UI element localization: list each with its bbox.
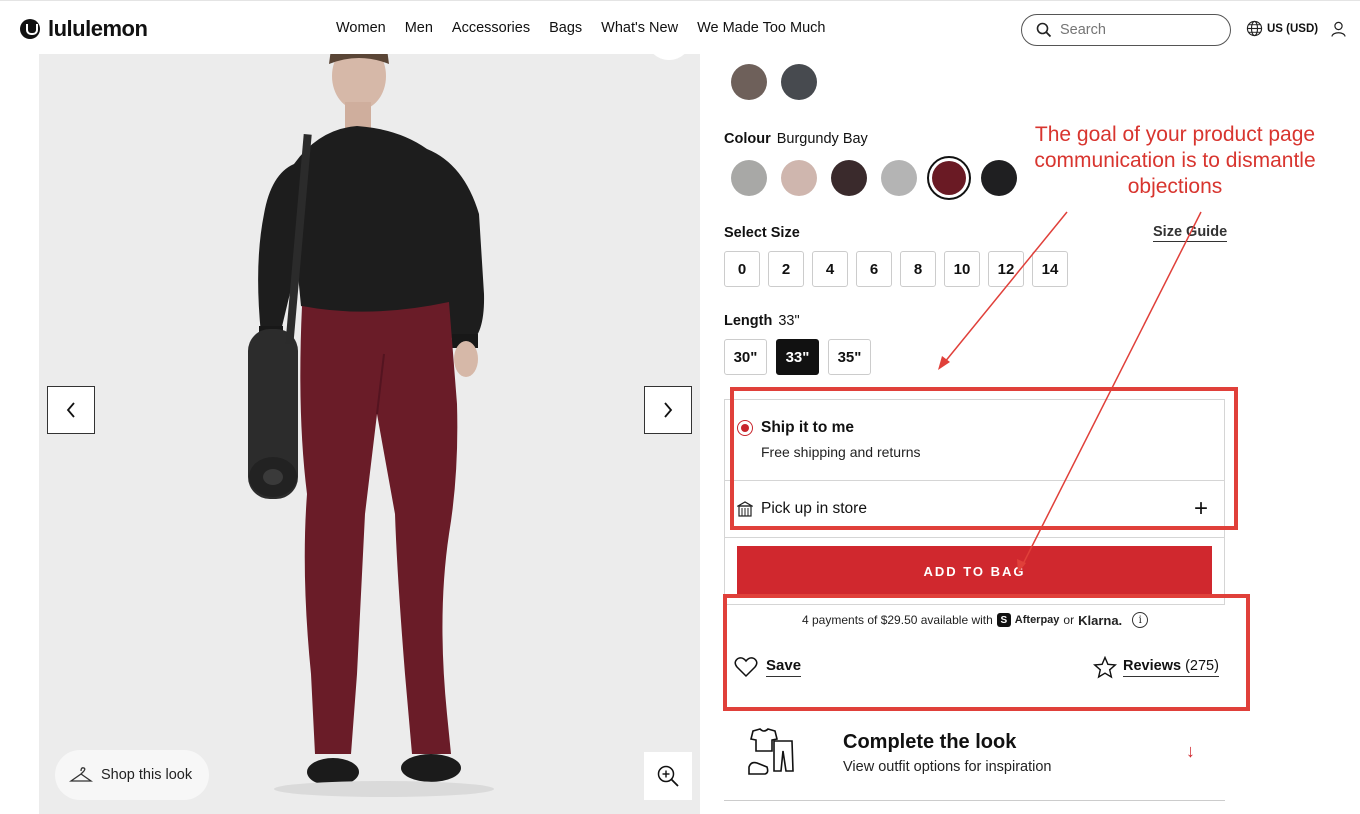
complete-the-look-panel[interactable] — [724, 714, 1225, 801]
colour-label: Colour — [724, 131, 771, 147]
arrow-down-icon[interactable]: ↓ — [1186, 741, 1195, 762]
hanger-icon — [69, 767, 93, 782]
swatch-fill — [932, 161, 966, 195]
site-header: lululemon Women Men Accessories Bags Wha… — [0, 0, 1360, 54]
zoom-in-icon — [657, 765, 679, 787]
search-box[interactable] — [1021, 14, 1231, 46]
zoom-button[interactable] — [644, 752, 692, 800]
lululemon-logo-icon — [20, 19, 40, 39]
nav-we-made-too-much[interactable]: We Made Too Much — [697, 20, 825, 36]
brand-logo[interactable]: lululemon — [20, 16, 148, 42]
length-option-33-selected[interactable]: 33" — [776, 339, 819, 375]
colour-swatch-top-1[interactable] — [731, 64, 767, 100]
length-label: Length — [724, 313, 773, 329]
product-photo — [248, 54, 494, 797]
size-option-4[interactable]: 4 — [812, 251, 848, 287]
size-option-10[interactable]: 10 — [944, 251, 980, 287]
size-option-2[interactable]: 2 — [768, 251, 804, 287]
length-value: 33" — [778, 313, 800, 329]
nav-men[interactable]: Men — [405, 20, 433, 36]
complete-the-look-title: Complete the look — [843, 731, 1017, 753]
outfit-icon — [748, 728, 794, 775]
product-image-gallery: Shop this look — [39, 54, 700, 814]
colour-swatch-3[interactable] — [831, 160, 867, 196]
locale-label: US (USD) — [1267, 22, 1319, 35]
search-input[interactable] — [1060, 22, 1210, 38]
colour-swatch-6[interactable] — [981, 160, 1017, 196]
annotation-callout: The goal of your product page communicat… — [1034, 123, 1316, 198]
chevron-right-icon — [664, 402, 673, 418]
main-nav: Women Men Accessories Bags What's New We… — [336, 20, 825, 36]
colour-swatch-top-2[interactable] — [781, 64, 817, 100]
nav-bags[interactable]: Bags — [549, 20, 582, 36]
previous-image-button[interactable] — [47, 386, 95, 434]
size-option-0[interactable]: 0 — [724, 251, 760, 287]
globe-icon — [1246, 20, 1263, 37]
colour-value: Burgundy Bay — [776, 131, 868, 147]
colour-swatch-4[interactable] — [881, 160, 917, 196]
size-guide-link[interactable]: Size Guide — [1153, 224, 1228, 242]
colour-swatch-selected[interactable] — [927, 156, 971, 200]
search-icon — [1036, 22, 1052, 38]
colour-label-row: Colour Burgundy Bay — [724, 131, 868, 147]
complete-the-look-subtitle: View outfit options for inspiration — [843, 759, 1052, 775]
fulfillment-divider-bottom — [724, 537, 1225, 538]
brand-name: lululemon — [48, 16, 148, 41]
size-option-8[interactable]: 8 — [900, 251, 936, 287]
user-icon — [1331, 21, 1346, 37]
nav-accessories[interactable]: Accessories — [452, 20, 530, 36]
shop-this-look-button[interactable]: Shop this look — [55, 750, 209, 800]
size-label-row: Select Size — [724, 225, 806, 241]
length-option-35[interactable]: 35" — [828, 339, 871, 375]
chevron-left-icon — [66, 402, 75, 418]
size-option-12[interactable]: 12 — [988, 251, 1024, 287]
size-label: Select Size — [724, 225, 800, 241]
locale-selector[interactable]: US (USD) — [1246, 20, 1318, 37]
shop-this-look-label: Shop this look — [101, 767, 193, 783]
next-image-button[interactable] — [644, 386, 692, 434]
nav-whats-new[interactable]: What's New — [601, 20, 678, 36]
account-button[interactable] — [1331, 21, 1346, 42]
colour-swatch-1[interactable] — [731, 160, 767, 196]
length-option-30[interactable]: 30" — [724, 339, 767, 375]
length-label-row: Length 33" — [724, 313, 800, 329]
size-option-6[interactable]: 6 — [856, 251, 892, 287]
add-to-bag-button[interactable]: ADD TO BAG — [737, 546, 1212, 596]
annotation-box-shipping — [730, 387, 1238, 530]
nav-women[interactable]: Women — [336, 20, 386, 36]
colour-swatch-2[interactable] — [781, 160, 817, 196]
size-option-14[interactable]: 14 — [1032, 251, 1068, 287]
annotation-box-payments-reviews — [723, 594, 1250, 711]
